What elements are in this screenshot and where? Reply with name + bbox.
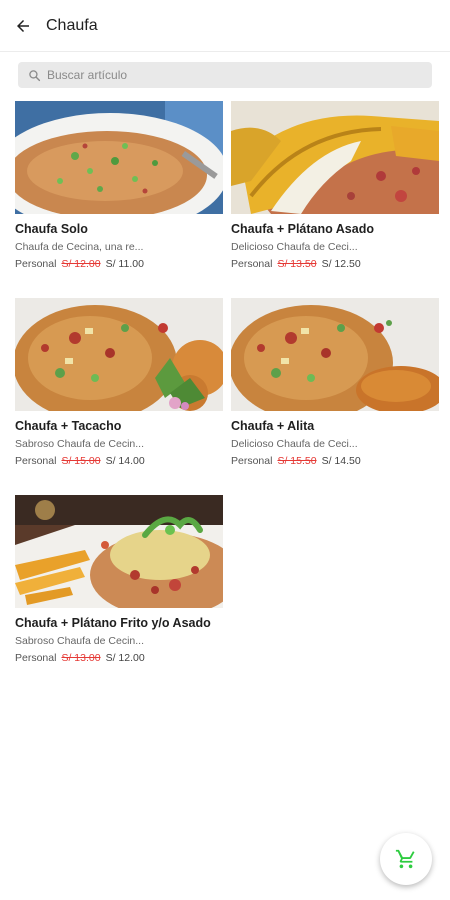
product-name: Chaufa + Alita bbox=[231, 419, 315, 433]
old-price: S/ 15.50 bbox=[277, 455, 317, 467]
back-button[interactable] bbox=[0, 0, 46, 52]
current-price: S/ 11.00 bbox=[105, 258, 144, 270]
product-name: Chaufa + Plátano Asado bbox=[231, 222, 374, 236]
search-box[interactable] bbox=[18, 62, 432, 88]
product-card[interactable]: Chaufa + Alita Delicioso Chaufa de Ceci.… bbox=[231, 298, 439, 495]
portion-label: Personal bbox=[15, 455, 57, 467]
price-row: Personal S/ 13.00 S/ 12.00 bbox=[15, 652, 223, 664]
search-icon bbox=[26, 67, 42, 83]
product-description: Delicioso Chaufa de Ceci... bbox=[231, 438, 358, 450]
product-card[interactable]: Chaufa + Plátano Frito y/o Asado Sabroso… bbox=[15, 495, 223, 705]
product-description: Sabroso Chaufa de Cecin... bbox=[15, 438, 144, 450]
product-name: Chaufa Solo bbox=[15, 222, 88, 236]
price-row: Personal S/ 12.00 S/ 11.00 bbox=[15, 258, 223, 270]
portion-label: Personal bbox=[231, 455, 273, 467]
price-row: Personal S/ 13.50 S/ 12.50 bbox=[231, 258, 439, 270]
old-price: S/ 15.00 bbox=[61, 455, 101, 467]
product-grid: Chaufa Solo Chaufa de Cecina, una re... … bbox=[15, 101, 439, 705]
cart-button[interactable] bbox=[380, 833, 432, 885]
product-image bbox=[15, 495, 223, 608]
product-description: Chaufa de Cecina, una re... bbox=[15, 241, 144, 253]
product-name: Chaufa + Tacacho bbox=[15, 419, 122, 433]
portion-label: Personal bbox=[231, 258, 273, 270]
portion-label: Personal bbox=[15, 258, 57, 270]
search-input[interactable] bbox=[47, 68, 427, 82]
old-price: S/ 13.50 bbox=[277, 258, 317, 270]
page-title: Chaufa bbox=[46, 16, 98, 34]
search-bar bbox=[0, 52, 450, 88]
arrow-left-icon bbox=[17, 19, 29, 32]
product-description: Sabroso Chaufa de Cecin... bbox=[15, 635, 144, 647]
current-price: S/ 12.50 bbox=[321, 258, 361, 270]
product-image bbox=[231, 298, 439, 411]
product-card[interactable]: Chaufa + Tacacho Sabroso Chaufa de Cecin… bbox=[15, 298, 223, 495]
product-image bbox=[231, 101, 439, 214]
current-price: S/ 14.00 bbox=[105, 455, 145, 467]
portion-label: Personal bbox=[15, 652, 57, 664]
product-image bbox=[15, 101, 223, 214]
product-image bbox=[15, 298, 223, 411]
cart-icon bbox=[395, 849, 415, 869]
price-row: Personal S/ 15.00 S/ 14.00 bbox=[15, 455, 223, 467]
product-description: Delicioso Chaufa de Ceci... bbox=[231, 241, 358, 253]
old-price: S/ 12.00 bbox=[61, 258, 101, 270]
app-bar: Chaufa bbox=[0, 0, 450, 52]
product-card[interactable]: Chaufa Solo Chaufa de Cecina, una re... … bbox=[15, 101, 223, 298]
product-name: Chaufa + Plátano Frito y/o Asado bbox=[15, 616, 211, 630]
current-price: S/ 12.00 bbox=[105, 652, 145, 664]
current-price: S/ 14.50 bbox=[321, 455, 361, 467]
product-card[interactable]: Chaufa + Plátano Asado Delicioso Chaufa … bbox=[231, 101, 439, 298]
price-row: Personal S/ 15.50 S/ 14.50 bbox=[231, 455, 439, 467]
old-price: S/ 13.00 bbox=[61, 652, 101, 664]
